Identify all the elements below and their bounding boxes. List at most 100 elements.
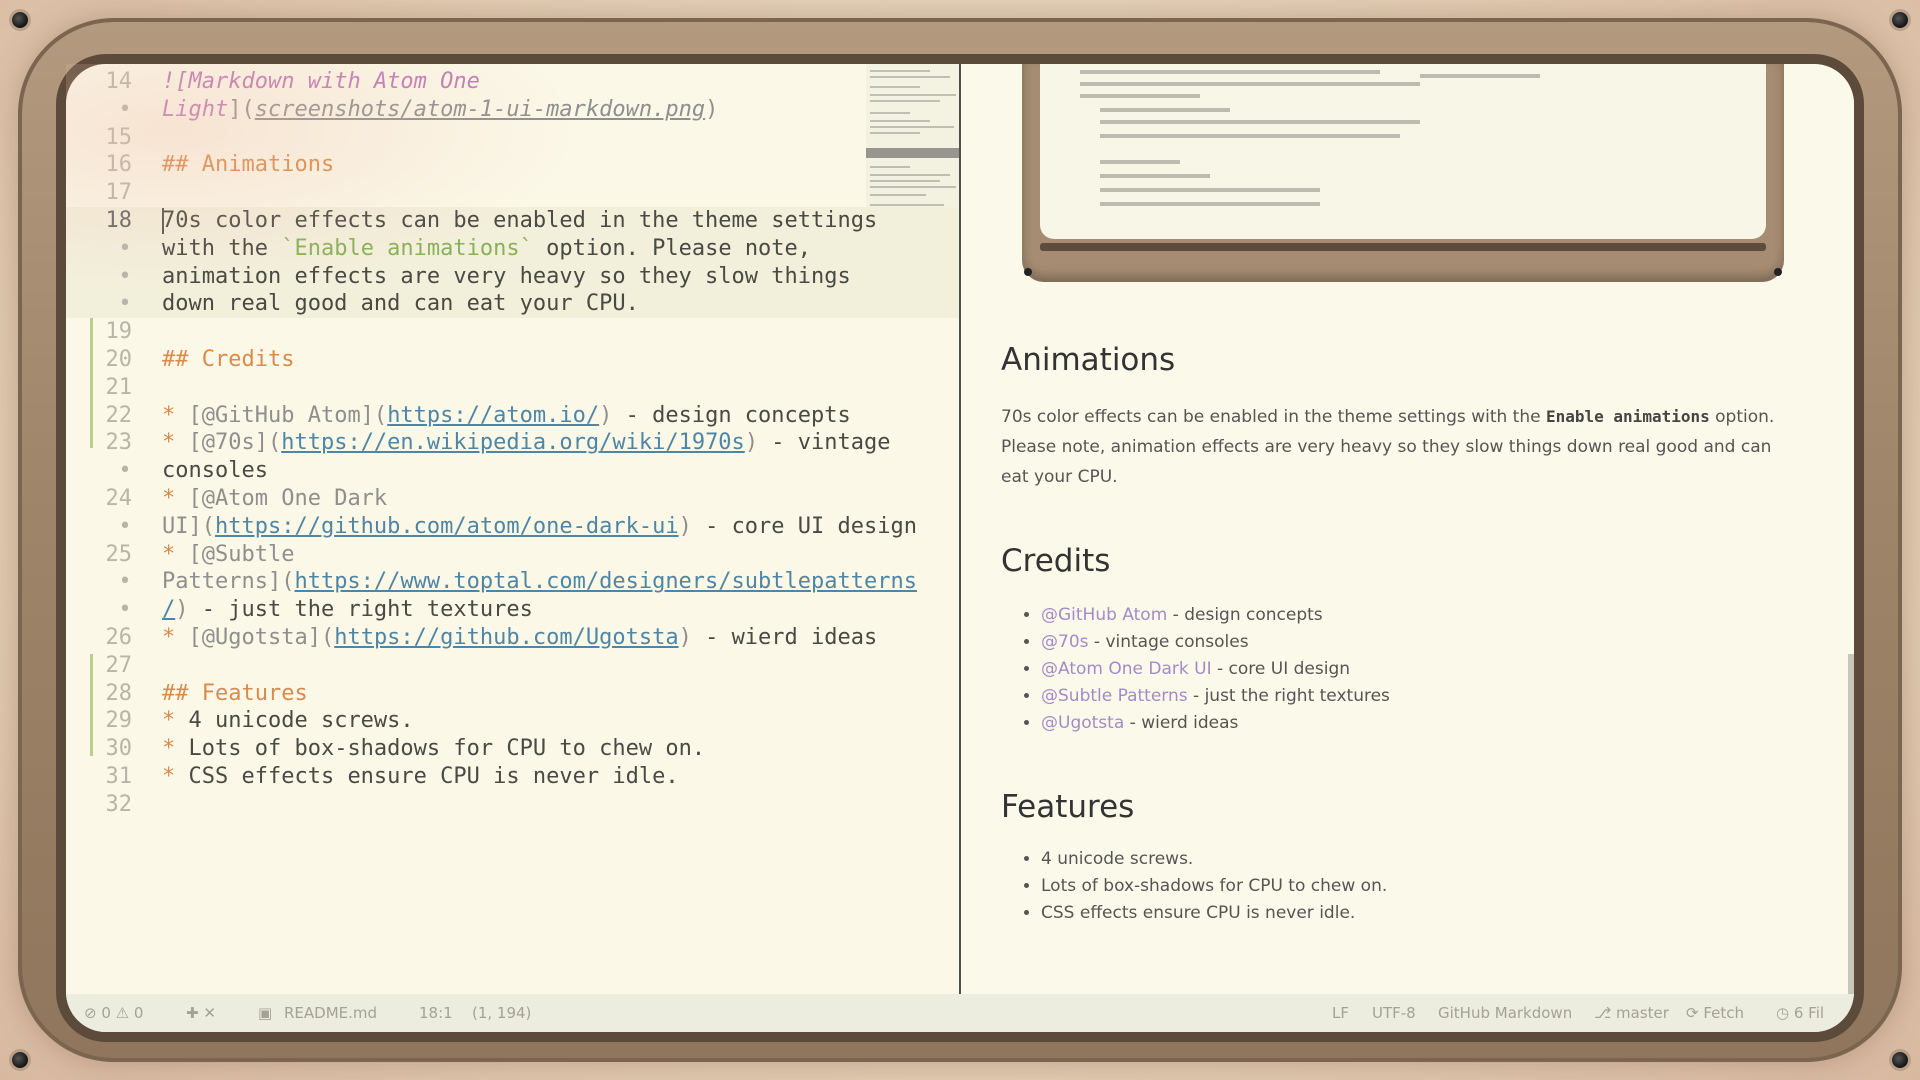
editor-line[interactable]: 24 * [@Atom One Dark bbox=[66, 485, 959, 513]
line-text: Patterns](https://www.toptal.com/designe… bbox=[162, 568, 917, 596]
link-url[interactable]: https://en.wikipedia.org/wiki/1970s bbox=[281, 430, 745, 455]
markdown-editor[interactable]: 14 ![Markdown with Atom One • Light](screen… bbox=[66, 64, 961, 994]
preview-animations-paragraph: 70s color effects can be enabled in the … bbox=[1001, 407, 1775, 487]
credit-description: - vintage consoles bbox=[1088, 632, 1249, 652]
markdown-preview[interactable]: Animations 70s color effects can be enab… bbox=[961, 64, 1854, 994]
line-text: * CSS effects ensure CPU is never idle. bbox=[162, 763, 679, 791]
token: * bbox=[162, 764, 189, 789]
credit-link[interactable]: @Subtle Patterns bbox=[1041, 686, 1188, 706]
link-url[interactable]: https://atom.io/ bbox=[387, 403, 599, 428]
token: Light bbox=[162, 96, 229, 122]
wrap-indicator: • bbox=[118, 263, 132, 289]
editor-line[interactable]: 20 ## Credits bbox=[66, 346, 959, 374]
screw-top-left bbox=[12, 12, 28, 28]
line-text: ## Credits bbox=[162, 346, 294, 374]
credit-link[interactable]: @Ugotsta bbox=[1041, 713, 1124, 733]
token: ]( bbox=[228, 96, 255, 122]
editor-line[interactable]: 14 ![Markdown with Atom One bbox=[66, 68, 959, 96]
token: ) bbox=[705, 96, 719, 122]
status-fetch-button[interactable]: ⟳ Fetch bbox=[1686, 994, 1744, 1032]
status-cursor-position[interactable]: 18:1 bbox=[419, 994, 453, 1032]
link-url[interactable]: https://www.toptal.com/designers/subtlep… bbox=[294, 569, 917, 594]
status-encoding[interactable]: UTF-8 bbox=[1372, 994, 1416, 1032]
line-number: 20 bbox=[105, 347, 133, 372]
credit-link[interactable]: @GitHub Atom bbox=[1041, 605, 1167, 625]
line-text: ![Markdown with Atom One bbox=[162, 68, 480, 96]
editor-line[interactable]: • /) - just the right textures bbox=[66, 596, 959, 624]
editor-line[interactable]: 27 bbox=[66, 652, 959, 680]
editor-line[interactable]: 16 ## Animations bbox=[66, 151, 959, 179]
app-window: 14 ![Markdown with Atom One • Light](screen… bbox=[66, 64, 1854, 1032]
editor-line[interactable]: • with the `Enable animations` option. Pl… bbox=[66, 234, 959, 263]
editor-line[interactable]: 28 ## Features bbox=[66, 680, 959, 708]
line-text: animation effects are very heavy so they… bbox=[162, 263, 851, 291]
token: ## Features bbox=[162, 680, 308, 706]
editor-line[interactable]: 17 bbox=[66, 179, 959, 207]
status-line-ending[interactable]: LF bbox=[1332, 994, 1349, 1032]
line-text: down real good and can eat your CPU. bbox=[162, 290, 639, 318]
editor-line[interactable]: 19 bbox=[66, 318, 959, 346]
preview-heading-features: Features bbox=[1001, 789, 1135, 825]
editor-line[interactable]: 32 bbox=[66, 791, 959, 819]
line-number: 29 bbox=[105, 708, 133, 734]
editor-line[interactable]: 26 * [@Ugotsta](https://github.com/Ugotst… bbox=[66, 624, 959, 652]
status-tools[interactable]: ✚ ✕ bbox=[186, 994, 216, 1032]
editor-line[interactable]: • animation effects are very heavy so the… bbox=[66, 262, 959, 291]
token: UI]( bbox=[162, 513, 215, 539]
credit-item: @Ugotsta - wierd ideas bbox=[1041, 710, 1390, 737]
token: Markdown with Atom One bbox=[188, 69, 480, 94]
token: ## Credits bbox=[162, 347, 295, 372]
preview-credits-list: @GitHub Atom - design concepts @70s - vin… bbox=[1001, 602, 1390, 737]
token: - design concepts bbox=[612, 402, 851, 428]
token: [@Subtle bbox=[188, 541, 295, 567]
link-url[interactable]: https://github.com/atom/one-dark-ui bbox=[215, 514, 679, 539]
line-number: 32 bbox=[105, 791, 133, 817]
editor-line[interactable]: 15 bbox=[66, 124, 959, 152]
credit-link[interactable]: @Atom One Dark UI bbox=[1041, 659, 1212, 679]
preview-scrollbar[interactable] bbox=[1848, 654, 1854, 994]
status-git-branch[interactable]: ⎇ master bbox=[1594, 994, 1669, 1032]
link-url[interactable]: / bbox=[162, 597, 175, 622]
line-number: 19 bbox=[105, 319, 133, 345]
editor-line[interactable]: 22 * [@GitHub Atom](https://atom.io/) - d… bbox=[66, 402, 959, 430]
credit-item: @Atom One Dark UI - core UI design bbox=[1041, 656, 1390, 683]
editor-line[interactable]: • Patterns](https://www.toptal.com/design… bbox=[66, 568, 959, 596]
token: down real good and can eat your CPU. bbox=[162, 291, 639, 317]
diagnostics-indicator[interactable]: ⊘ 0 ⚠ 0 bbox=[84, 994, 143, 1032]
editor-line[interactable]: • Light](screenshots/atom-1-ui-markdown.p… bbox=[66, 96, 959, 124]
editor-line[interactable]: • consoles bbox=[66, 457, 959, 485]
token: - just the right textures bbox=[188, 597, 533, 623]
preview-heading-animations: Animations bbox=[1001, 342, 1176, 378]
credit-description: - design concepts bbox=[1167, 605, 1323, 625]
editor-line[interactable]: 21 bbox=[66, 374, 959, 402]
wrap-indicator: • bbox=[118, 513, 132, 539]
line-number: 30 bbox=[105, 736, 133, 762]
status-bar: ⊘ 0 ⚠ 0 ✚ ✕ ▣ README.md 18:1 (1, 194) LF… bbox=[66, 994, 1854, 1032]
line-number: 24 bbox=[105, 486, 133, 511]
credit-description: - wierd ideas bbox=[1124, 713, 1239, 733]
wrap-indicator: • bbox=[118, 458, 132, 484]
editor-line[interactable]: • down real good and can eat your CPU. bbox=[66, 290, 959, 319]
editor-line[interactable]: 23 * [@70s](https://en.wikipedia.org/wiki… bbox=[66, 429, 959, 457]
editor-line[interactable]: • UI](https://github.com/atom/one-dark-ui… bbox=[66, 513, 959, 541]
status-github-panel[interactable]: ◷ 6 Fil bbox=[1776, 994, 1824, 1032]
editor-line[interactable]: 31 * CSS effects ensure CPU is never idle… bbox=[66, 763, 959, 791]
line-number: 25 bbox=[105, 541, 133, 567]
editor-line[interactable]: 30 * Lots of box-shadows for CPU to chew … bbox=[66, 735, 959, 763]
preview-features-list: 4 unicode screws.Lots of box-shadows for… bbox=[1001, 846, 1387, 927]
status-file-name[interactable]: README.md bbox=[284, 994, 377, 1032]
editor-line[interactable]: 18 70s color effects can be enabled in th… bbox=[66, 207, 959, 235]
editor-line[interactable]: 25 * [@Subtle bbox=[66, 541, 959, 569]
line-number: 27 bbox=[105, 652, 133, 678]
token: [@GitHub Atom]( bbox=[188, 402, 388, 428]
token: ) bbox=[678, 625, 692, 650]
preview-heading-credits: Credits bbox=[1001, 543, 1111, 579]
wrap-indicator: • bbox=[118, 291, 132, 317]
status-grammar[interactable]: GitHub Markdown bbox=[1438, 994, 1572, 1032]
token: * bbox=[162, 402, 189, 428]
link-url[interactable]: https://github.com/Ugotsta bbox=[334, 625, 678, 650]
token: 70s color effects can be enabled in the … bbox=[162, 208, 878, 233]
editor-line[interactable]: 29 * 4 unicode screws. bbox=[66, 707, 959, 735]
credit-link[interactable]: @70s bbox=[1041, 632, 1089, 652]
credit-description: - core UI design bbox=[1211, 659, 1351, 679]
